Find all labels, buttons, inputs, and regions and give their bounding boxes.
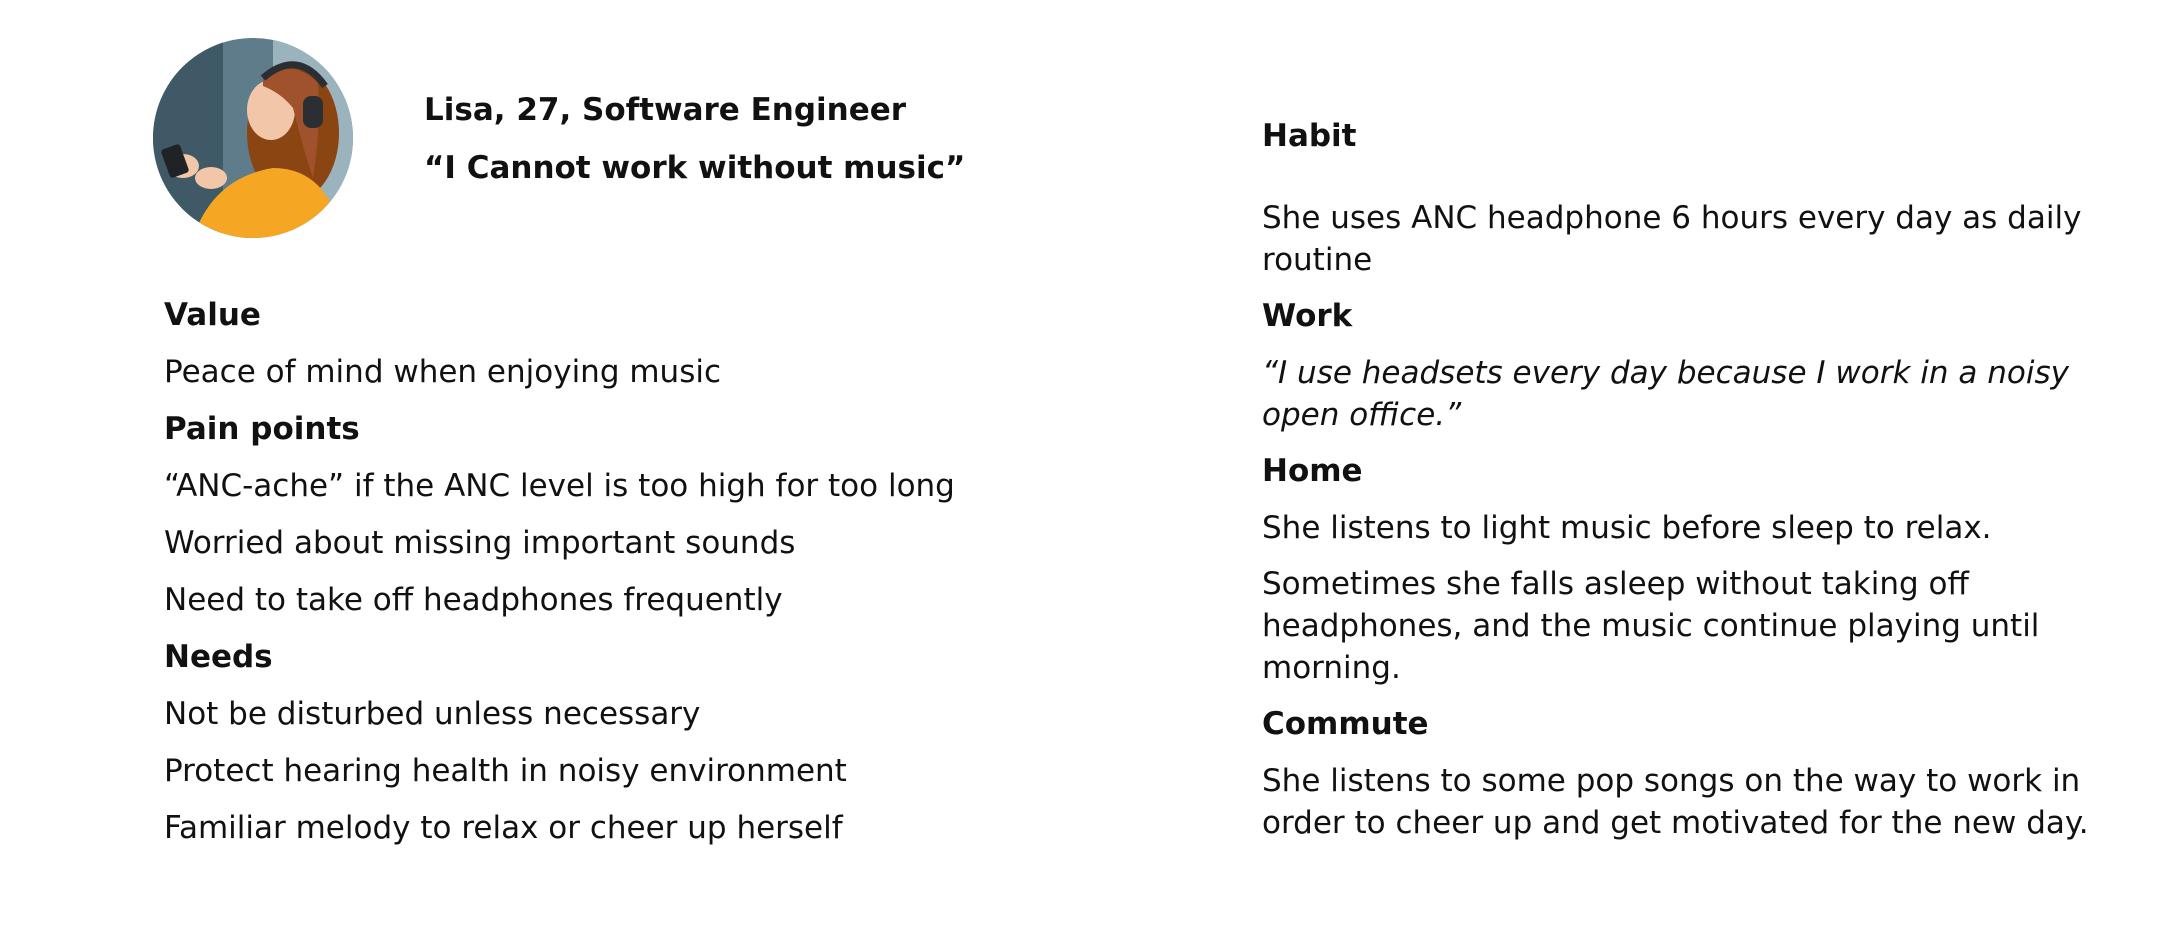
habit-text: She uses ANC headphone 6 hours every day… — [1262, 200, 2082, 278]
home-text: Sometimes she falls asleep without takin… — [1262, 566, 2040, 686]
work-heading: Work — [1262, 298, 1353, 334]
pain-points-heading: Pain points — [164, 411, 360, 447]
right-column: Habit She uses ANC headphone 6 hours eve… — [1262, 115, 2112, 858]
pain-point-item: “ANC-ache” if the ANC level is too high … — [164, 468, 955, 504]
commute-heading: Commute — [1262, 706, 1429, 742]
persona-photo — [153, 38, 353, 238]
work-quote: “I use headsets every day because I work… — [1262, 355, 2069, 433]
persona-avatar — [153, 38, 353, 238]
pain-point-item: Need to take off headphones frequently — [164, 582, 783, 618]
needs-item: Familiar melody to relax or cheer up her… — [164, 810, 843, 846]
left-column: Value Peace of mind when enjoying music … — [164, 294, 1204, 864]
needs-heading: Needs — [164, 639, 273, 675]
pain-point-item: Worried about missing important sounds — [164, 525, 796, 561]
home-text: She listens to light music before sleep … — [1262, 510, 1992, 546]
needs-item: Protect hearing health in noisy environm… — [164, 753, 847, 789]
needs-item: Not be disturbed unless necessary — [164, 696, 701, 732]
persona-name: Lisa, 27, Software Engineer — [424, 92, 907, 128]
commute-text: She listens to some pop songs on the way… — [1262, 763, 2089, 841]
home-heading: Home — [1262, 453, 1363, 489]
persona-quote: “I Cannot work without music” — [424, 150, 966, 186]
habit-heading: Habit — [1262, 118, 1357, 154]
value-heading: Value — [164, 297, 261, 333]
value-item: Peace of mind when enjoying music — [164, 354, 722, 390]
